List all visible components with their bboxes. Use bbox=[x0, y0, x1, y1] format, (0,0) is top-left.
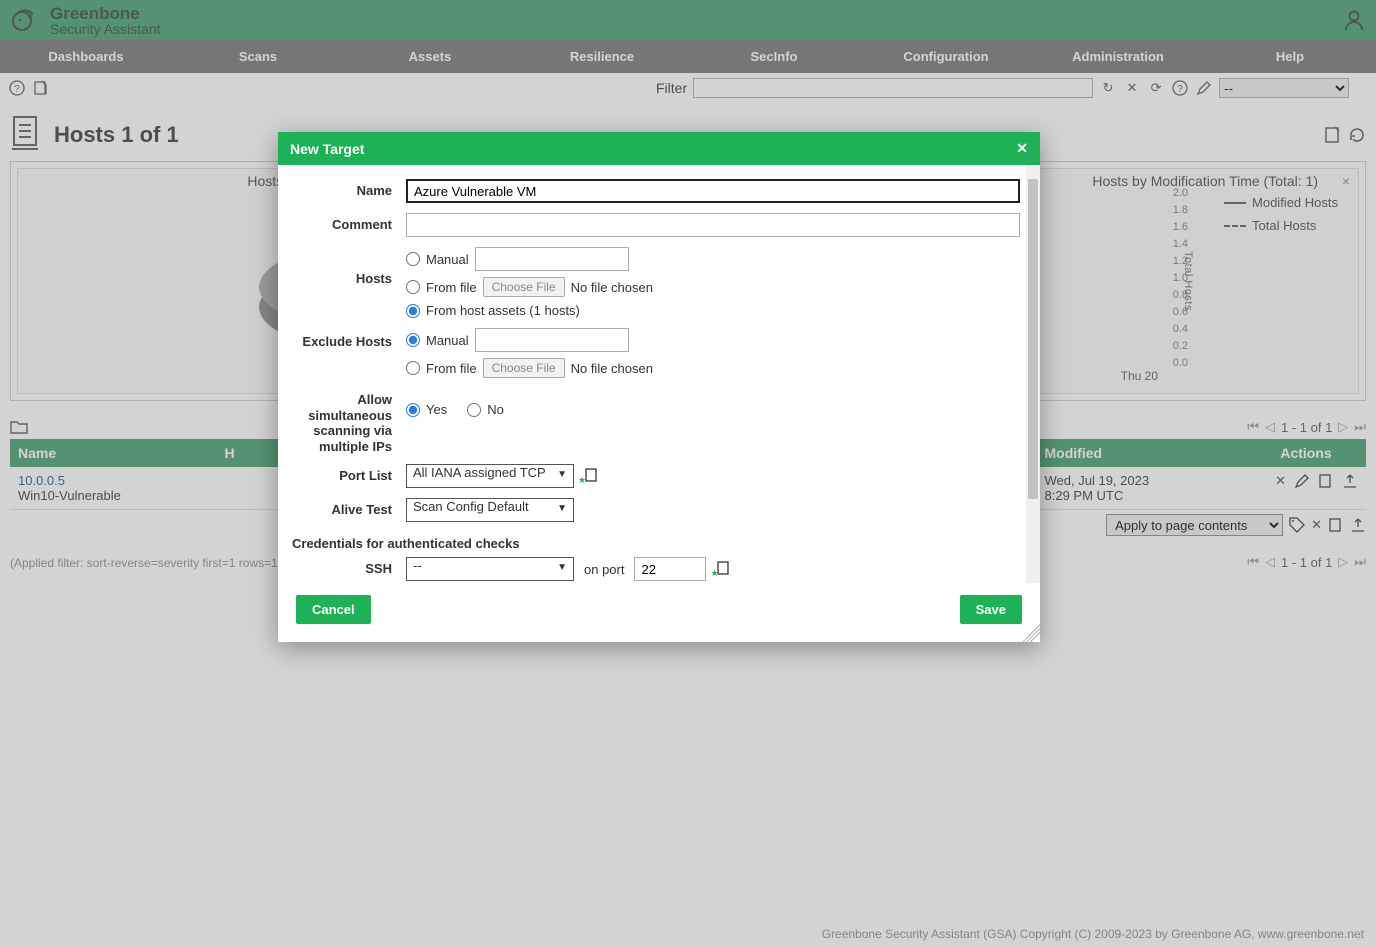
hosts-assets-label: From host assets (1 hosts) bbox=[426, 303, 580, 318]
onport-label: on port bbox=[584, 562, 624, 577]
ssh-cred-new-icon[interactable] bbox=[716, 560, 734, 578]
label-comment: Comment bbox=[288, 213, 406, 232]
label-name: Name bbox=[288, 179, 406, 198]
label-hosts: Hosts bbox=[288, 247, 406, 286]
cancel-button[interactable]: Cancel bbox=[296, 595, 371, 624]
credentials-section-header: Credentials for authenticated checks bbox=[292, 536, 1020, 551]
simul-no-radio[interactable] bbox=[467, 403, 481, 417]
dialog-scrollbar[interactable] bbox=[1026, 165, 1040, 583]
hosts-assets-radio[interactable] bbox=[406, 304, 420, 318]
hosts-nofile-text: No file chosen bbox=[571, 280, 653, 295]
label-exclude: Exclude Hosts bbox=[288, 328, 406, 349]
alive-select[interactable]: Scan Config Default bbox=[406, 498, 574, 522]
hosts-file-label: From file bbox=[426, 280, 477, 295]
ssh-cred-select[interactable]: -- bbox=[406, 557, 574, 581]
hosts-manual-input[interactable] bbox=[475, 247, 629, 271]
dialog-resize-grip[interactable] bbox=[1022, 624, 1040, 642]
hosts-manual-label: Manual bbox=[426, 252, 469, 267]
label-portlist: Port List bbox=[288, 464, 406, 483]
dialog-header: New Target ✕ bbox=[278, 132, 1040, 165]
simul-yes-label: Yes bbox=[426, 402, 447, 417]
comment-input[interactable] bbox=[406, 213, 1020, 237]
dialog-close-icon[interactable]: ✕ bbox=[1016, 140, 1028, 157]
hosts-manual-radio[interactable] bbox=[406, 252, 420, 266]
label-simultaneous: Allow simultaneous scanning via multiple… bbox=[288, 388, 406, 454]
label-alive: Alive Test bbox=[288, 498, 406, 517]
exclude-manual-label: Manual bbox=[426, 333, 469, 348]
exclude-manual-input[interactable] bbox=[475, 328, 629, 352]
exclude-nofile-text: No file chosen bbox=[571, 361, 653, 376]
ssh-port-input[interactable] bbox=[634, 557, 706, 581]
portlist-select[interactable]: All IANA assigned TCP bbox=[406, 464, 574, 488]
exclude-file-label: From file bbox=[426, 361, 477, 376]
exclude-manual-radio[interactable] bbox=[406, 333, 420, 347]
dialog-title: New Target bbox=[290, 141, 364, 157]
portlist-new-icon[interactable] bbox=[584, 467, 602, 485]
label-ssh: SSH bbox=[288, 557, 406, 576]
simul-no-label: No bbox=[487, 402, 504, 417]
exclude-choose-file-button[interactable]: Choose File bbox=[483, 358, 565, 378]
new-target-dialog: New Target ✕ Name Comment Hosts Manual bbox=[278, 132, 1040, 642]
hosts-file-radio[interactable] bbox=[406, 280, 420, 294]
exclude-file-radio[interactable] bbox=[406, 361, 420, 375]
name-input[interactable] bbox=[406, 179, 1020, 203]
simul-yes-radio[interactable] bbox=[406, 403, 420, 417]
save-button[interactable]: Save bbox=[960, 595, 1022, 624]
hosts-choose-file-button[interactable]: Choose File bbox=[483, 277, 565, 297]
